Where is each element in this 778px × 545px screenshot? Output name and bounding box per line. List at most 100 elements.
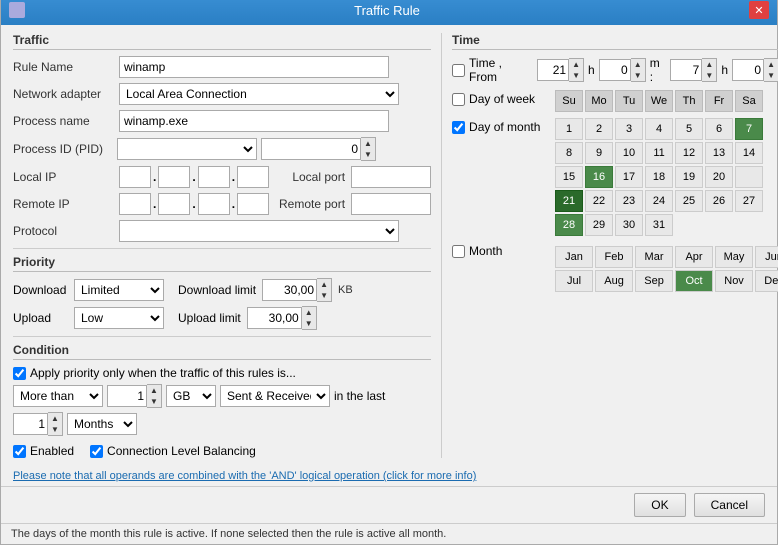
cal-day-2[interactable]: 2 (585, 118, 613, 140)
cal-day-15[interactable]: 15 (555, 166, 583, 188)
cal-day-26[interactable]: 26 (705, 190, 733, 212)
local-ip-4[interactable] (237, 166, 269, 188)
download-limit-spin-down[interactable]: ▼ (317, 290, 331, 301)
cal-day-20[interactable]: 20 (705, 166, 733, 188)
cal-day-7[interactable]: 7 (735, 118, 763, 140)
last-input[interactable] (13, 413, 48, 435)
close-button[interactable]: ✕ (749, 1, 769, 19)
month-nov[interactable]: Nov (715, 270, 753, 292)
download-select[interactable]: Limited Normal High (74, 279, 164, 301)
month-oct[interactable]: Oct (675, 270, 713, 292)
cal-day-31[interactable]: 31 (645, 214, 673, 236)
type-select[interactable]: Sent & Received Sent Received (220, 385, 330, 407)
cal-day-20b[interactable] (735, 166, 763, 188)
day-of-month-checkbox[interactable] (452, 121, 465, 134)
local-port-input[interactable] (351, 166, 431, 188)
cal-day-24[interactable]: 24 (645, 190, 673, 212)
more-than-select[interactable]: More than Less than (13, 385, 103, 407)
connection-level-checkbox[interactable] (90, 445, 103, 458)
time-m1-down[interactable]: ▼ (631, 70, 645, 81)
month-dec[interactable]: Dec (755, 270, 778, 292)
time-h2-input[interactable] (670, 59, 702, 81)
local-ip-2[interactable] (158, 166, 190, 188)
day-hdr-sa[interactable]: Sa (735, 90, 763, 112)
month-checkbox[interactable] (452, 245, 465, 258)
cancel-button[interactable]: Cancel (694, 493, 765, 517)
cal-day-10[interactable]: 10 (615, 142, 643, 164)
cal-day-9[interactable]: 9 (585, 142, 613, 164)
process-id-spin-down[interactable]: ▼ (361, 149, 375, 160)
cal-day-17[interactable]: 17 (615, 166, 643, 188)
cal-day-11[interactable]: 11 (645, 142, 673, 164)
month-jul[interactable]: Jul (555, 270, 593, 292)
info-text[interactable]: Please note that all operands are combin… (1, 466, 777, 486)
process-id-input[interactable] (261, 138, 361, 160)
upload-limit-spin-down[interactable]: ▼ (302, 318, 316, 329)
month-jan[interactable]: Jan (555, 246, 593, 268)
process-name-input[interactable] (119, 110, 389, 132)
cal-day-6[interactable]: 6 (705, 118, 733, 140)
time-h2-down[interactable]: ▼ (702, 70, 716, 81)
cal-day-30[interactable]: 30 (615, 214, 643, 236)
period-select[interactable]: Months Days Hours (67, 413, 137, 435)
local-ip-3[interactable] (198, 166, 230, 188)
cal-day-22[interactable]: 22 (585, 190, 613, 212)
local-ip-1[interactable] (119, 166, 151, 188)
day-hdr-mo[interactable]: Mo (585, 90, 613, 112)
time-h1-input[interactable] (537, 59, 569, 81)
cal-day-8[interactable]: 8 (555, 142, 583, 164)
month-apr[interactable]: Apr (675, 246, 713, 268)
cal-day-25[interactable]: 25 (675, 190, 703, 212)
time-h2-up[interactable]: ▲ (702, 59, 716, 70)
month-feb[interactable]: Feb (595, 246, 633, 268)
process-id-select[interactable] (117, 138, 257, 160)
enabled-checkbox[interactable] (13, 445, 26, 458)
upload-limit-input[interactable] (247, 307, 302, 329)
remote-ip-1[interactable] (119, 193, 151, 215)
cal-day-27[interactable]: 27 (735, 190, 763, 212)
day-hdr-tu[interactable]: Tu (615, 90, 643, 112)
cal-day-5[interactable]: 5 (675, 118, 703, 140)
cal-day-21[interactable]: 21 (555, 190, 583, 212)
cal-day-23[interactable]: 23 (615, 190, 643, 212)
time-m2-input[interactable] (732, 59, 764, 81)
download-limit-spin-up[interactable]: ▲ (317, 279, 331, 290)
cal-day-29[interactable]: 29 (585, 214, 613, 236)
cal-day-3[interactable]: 3 (615, 118, 643, 140)
upload-select[interactable]: Low Normal High (74, 307, 164, 329)
time-h1-up[interactable]: ▲ (569, 59, 583, 70)
amount-spin-down[interactable]: ▼ (147, 396, 161, 407)
cal-day-13[interactable]: 13 (705, 142, 733, 164)
remote-ip-3[interactable] (198, 193, 230, 215)
day-hdr-th[interactable]: Th (675, 90, 703, 112)
apply-checkbox[interactable] (13, 367, 26, 380)
download-limit-input[interactable] (262, 279, 317, 301)
day-hdr-we[interactable]: We (645, 90, 673, 112)
amount-spin-up[interactable]: ▲ (147, 385, 161, 396)
ok-button[interactable]: OK (634, 493, 685, 517)
time-m1-input[interactable] (599, 59, 631, 81)
amount-input[interactable] (107, 385, 147, 407)
cal-day-19[interactable]: 19 (675, 166, 703, 188)
time-m2-down[interactable]: ▼ (764, 70, 778, 81)
month-mar[interactable]: Mar (635, 246, 673, 268)
last-spin-up[interactable]: ▲ (48, 413, 62, 424)
month-jun[interactable]: Jun (755, 246, 778, 268)
day-hdr-su[interactable]: Su (555, 90, 583, 112)
month-may[interactable]: May (715, 246, 753, 268)
remote-port-input[interactable] (351, 193, 431, 215)
cal-day-16[interactable]: 16 (585, 166, 613, 188)
time-h1-down[interactable]: ▼ (569, 70, 583, 81)
time-m1-up[interactable]: ▲ (631, 59, 645, 70)
remote-ip-4[interactable] (237, 193, 269, 215)
cal-day-1[interactable]: 1 (555, 118, 583, 140)
unit-select[interactable]: GB MB KB (166, 385, 216, 407)
day-of-week-checkbox[interactable] (452, 93, 465, 106)
cal-day-12[interactable]: 12 (675, 142, 703, 164)
cal-day-28[interactable]: 28 (555, 214, 583, 236)
cal-day-4[interactable]: 4 (645, 118, 673, 140)
process-id-spin-up[interactable]: ▲ (361, 138, 375, 149)
time-checkbox[interactable] (452, 64, 465, 77)
cal-day-14[interactable]: 14 (735, 142, 763, 164)
protocol-select[interactable]: TCP UDP (119, 220, 399, 242)
